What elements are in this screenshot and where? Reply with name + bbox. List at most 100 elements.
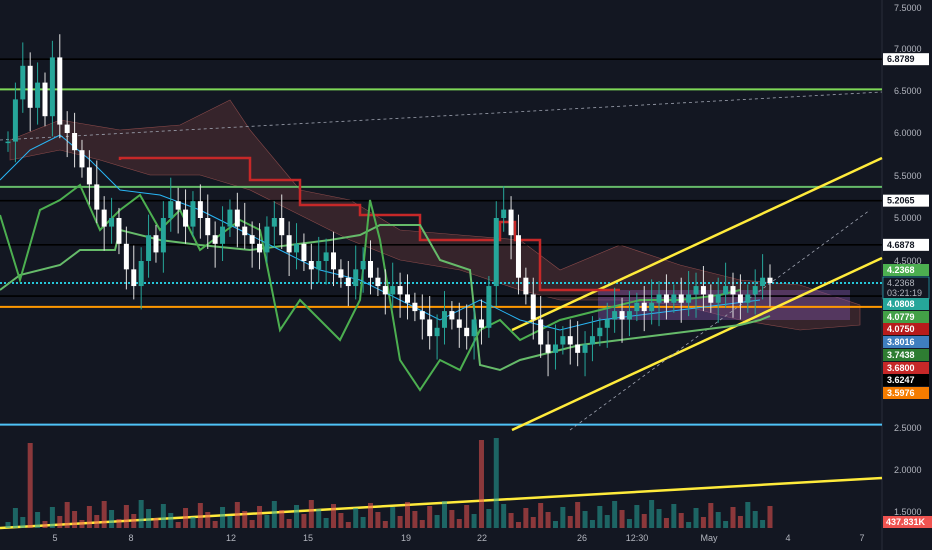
candle-body [183,209,189,227]
volume-bar [301,514,307,528]
volume-bar [671,504,677,528]
volume-bar [626,519,632,528]
price-tick-label: 5.5000 [894,171,922,181]
volume-bar [538,503,544,528]
candle-body [745,294,751,303]
candle-body [493,218,499,287]
volume-bar [582,511,588,528]
candle-body [530,294,536,320]
candle-body [663,294,669,303]
volume-bar [567,516,573,528]
price-badge-text: 4.0750 [887,324,915,334]
volume-bar [138,500,144,528]
volume-bar [390,507,396,528]
price-badge-text: 4.2368 [887,265,915,275]
price-tick-label: 6.0000 [894,128,922,138]
countdown-text: 03:21:19 [887,288,922,298]
volume-bar [686,522,692,528]
volume-bar [12,508,18,528]
volume-bar [723,521,729,528]
volume-bar [397,516,403,528]
candle-body [286,235,292,253]
candle-body [715,294,721,303]
candle-body [160,218,166,253]
volume-bar [589,520,595,528]
candle-body [323,252,329,261]
volume-bar [649,500,655,528]
candle-body [434,327,440,337]
volume-bar [345,522,351,528]
volume-bar [530,517,536,528]
volume-bar [35,512,41,528]
volume-bar [49,507,55,528]
volume-bar [552,521,558,528]
candle-body [612,311,618,320]
price-badge-text: 3.5976 [887,388,915,398]
volume-bar [5,522,11,528]
volume-bar [597,506,603,528]
candle-body [131,269,137,287]
candle-body [109,218,115,227]
candle-body [212,235,218,244]
price-badge-text: 4.2368 [887,278,915,288]
volume-bar [212,521,218,528]
candle-body [730,286,736,295]
candle-body [138,261,144,287]
volume-bar [501,504,507,528]
candle-body [737,294,743,303]
candle-body [501,209,507,218]
candle-body [101,209,107,227]
candle-body [456,319,462,328]
volume-bar [323,518,329,528]
volume-bar [160,504,166,528]
volume-bar [700,517,706,528]
volume-bar [508,513,514,528]
candle-body [700,286,706,295]
volume-bar [708,503,714,528]
candle-body [427,319,433,337]
candle-body [5,141,11,144]
time-tick-label: 22 [477,533,487,543]
candle-body [175,201,181,210]
candle-body [242,226,248,236]
price-tick-label: 1.5000 [894,507,922,517]
time-tick-label: 12:30 [626,533,649,543]
candle-body [752,286,758,295]
candle-body [486,286,492,328]
price-tick-label: 7.0000 [894,44,922,54]
candle-body [294,243,300,253]
candle-body [234,209,240,227]
candle-body [123,243,129,270]
volume-bar [57,516,63,528]
time-tick-label: 5 [52,533,57,543]
volume-bar [175,522,181,528]
volume-bar [101,501,107,528]
level-badge-text: 4.6878 [887,240,915,250]
candle-body [353,269,359,287]
candle-body [345,277,351,287]
price-tick-label: 6.5000 [894,86,922,96]
candle-body [27,65,33,108]
candle-body [478,319,484,328]
volume-bar [183,508,189,528]
volume-bar [123,505,129,528]
candle-body [412,302,418,312]
volume-bar [404,502,410,528]
volume-bar [523,508,529,528]
volume-bar [190,517,196,528]
candle-body [545,344,551,353]
candle-body [271,218,277,227]
volume-bar [249,520,255,528]
chart-svg: 7.50007.00006.50006.00005.50005.00004.50… [0,0,932,550]
candle-body [464,327,470,337]
price-badge-text: 4.0808 [887,299,915,309]
candle-body [575,344,581,353]
candle-body [538,319,544,345]
candle-body [12,99,18,142]
volume-bar [441,501,447,528]
candle-body [582,344,588,353]
candle-body [597,327,603,337]
candle-body [338,269,344,278]
volume-bar [767,506,773,528]
volume-bar [471,514,477,528]
